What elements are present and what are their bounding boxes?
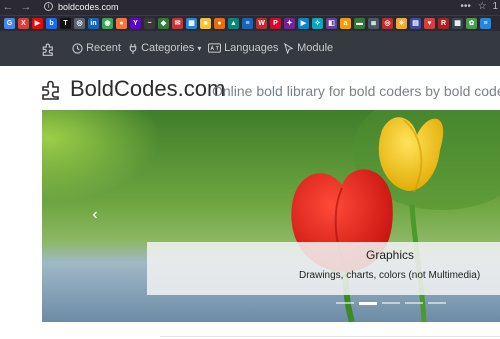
linkedin-icon[interactable]: in <box>88 18 99 29</box>
bookmark-star-icon[interactable]: ☆ <box>478 1 487 12</box>
categories-label: Categories <box>141 42 195 54</box>
recent-label: Recent <box>86 42 121 54</box>
carousel-prev-button[interactable]: ‹ <box>88 206 102 224</box>
walmart-icon[interactable]: ✳ <box>396 18 407 29</box>
site-navbar: Recent Categories ▾ Languages Module <box>0 31 500 66</box>
stack-icon[interactable]: ≡ <box>480 18 491 29</box>
wp-icon[interactable]: W <box>256 18 267 29</box>
url-bar[interactable]: boldcodes.com <box>58 2 119 13</box>
carousel-caption <box>147 242 500 295</box>
recent-link[interactable]: Recent <box>72 31 121 66</box>
forward-icon[interactable]: → <box>20 1 32 13</box>
firefox-icon[interactable]: ● <box>116 18 127 29</box>
module-link[interactable]: Module <box>283 31 333 66</box>
bookmarks-bar: G X ▶ b T ◎ in ◉ ● Y ~ ◆ ✉ ▦ ■ ● ▲ ≡ W P ✦ ▶ ✧ ◧ a ▬ ≣ ◎ ✳ ▤ ♥ R ▦ ✿ ≡ <box>0 15 500 31</box>
page-actions-menu-icon[interactable]: ••• <box>460 1 471 12</box>
r-icon[interactable]: R <box>438 18 449 29</box>
clock-icon <box>72 42 83 54</box>
divider <box>160 336 500 337</box>
site-name[interactable]: BoldCodes.com <box>70 76 225 102</box>
profile-icon[interactable]: 1 <box>492 1 498 12</box>
globe-icon[interactable]: ◎ <box>74 18 85 29</box>
stripes-icon[interactable]: ≣ <box>368 18 379 29</box>
carousel-indicator[interactable] <box>428 302 446 304</box>
categories-dropdown[interactable]: Categories ▾ <box>128 31 201 66</box>
leaf-icon[interactable]: ✿ <box>466 18 477 29</box>
wave-icon[interactable]: ~ <box>144 18 155 29</box>
puzzle-icon <box>42 43 53 56</box>
site-tagline: Online bold library for bold coders by b… <box>212 83 500 99</box>
carousel-indicator[interactable] <box>359 302 377 305</box>
apps-icon[interactable]: ▦ <box>452 18 463 29</box>
square-icon[interactable]: ■ <box>200 18 211 29</box>
flag-icon[interactable]: ▬ <box>354 18 365 29</box>
orange-circle-icon[interactable]: ● <box>214 18 225 29</box>
caption-title: Graphics <box>366 248 415 262</box>
language-icon <box>208 43 221 53</box>
chrome-icon[interactable]: ◉ <box>102 18 113 29</box>
grid-icon[interactable]: ▦ <box>186 18 197 29</box>
sparkle-icon[interactable]: ✧ <box>312 18 323 29</box>
carousel-indicator[interactable] <box>405 302 423 304</box>
bird-icon[interactable]: ✦ <box>284 18 295 29</box>
caret-down-icon: ▾ <box>197 44 202 53</box>
photos-icon[interactable]: ◆ <box>158 18 169 29</box>
pinterest-icon[interactable]: P <box>270 18 281 29</box>
browser-toolbar: ← → i boldcodes.com ••• ☆ 1 <box>0 0 500 15</box>
home-link[interactable] <box>41 31 56 66</box>
plug-icon <box>129 43 137 54</box>
play-icon[interactable]: ▶ <box>298 18 309 29</box>
carousel-indicator[interactable] <box>382 302 400 304</box>
browser-right-controls: ••• ☆ 1 <box>460 1 498 12</box>
amazon-icon[interactable]: a <box>340 18 351 29</box>
site-info-icon[interactable]: i <box>44 2 53 11</box>
google-icon[interactable]: G <box>4 18 15 29</box>
yahoo-icon[interactable]: Y <box>130 18 141 29</box>
behance-icon[interactable]: b <box>46 18 57 29</box>
languages-label: Languages <box>224 42 279 54</box>
puzzle-logo-icon <box>42 80 59 100</box>
carousel-indicator[interactable] <box>336 302 354 304</box>
b-bookmark-icon[interactable]: T <box>60 18 71 29</box>
caption-text: Drawings, charts, colors (not Multimedia… <box>299 270 481 281</box>
landscape-icon[interactable]: ▲ <box>228 18 239 29</box>
back-icon[interactable]: ← <box>2 1 14 13</box>
layers-icon[interactable]: ▤ <box>410 18 421 29</box>
twitch-icon[interactable]: ◧ <box>326 18 337 29</box>
target-icon[interactable]: ◎ <box>382 18 393 29</box>
module-label: Module <box>297 42 334 54</box>
youtube-icon[interactable]: ▶ <box>32 18 43 29</box>
red-x-icon[interactable]: X <box>18 18 29 29</box>
chart-icon[interactable]: ≡ <box>242 18 253 29</box>
cursor-icon <box>283 42 294 55</box>
mail-icon[interactable]: ✉ <box>172 18 183 29</box>
languages-link[interactable]: Languages <box>208 31 279 66</box>
heart-icon[interactable]: ♥ <box>424 18 435 29</box>
